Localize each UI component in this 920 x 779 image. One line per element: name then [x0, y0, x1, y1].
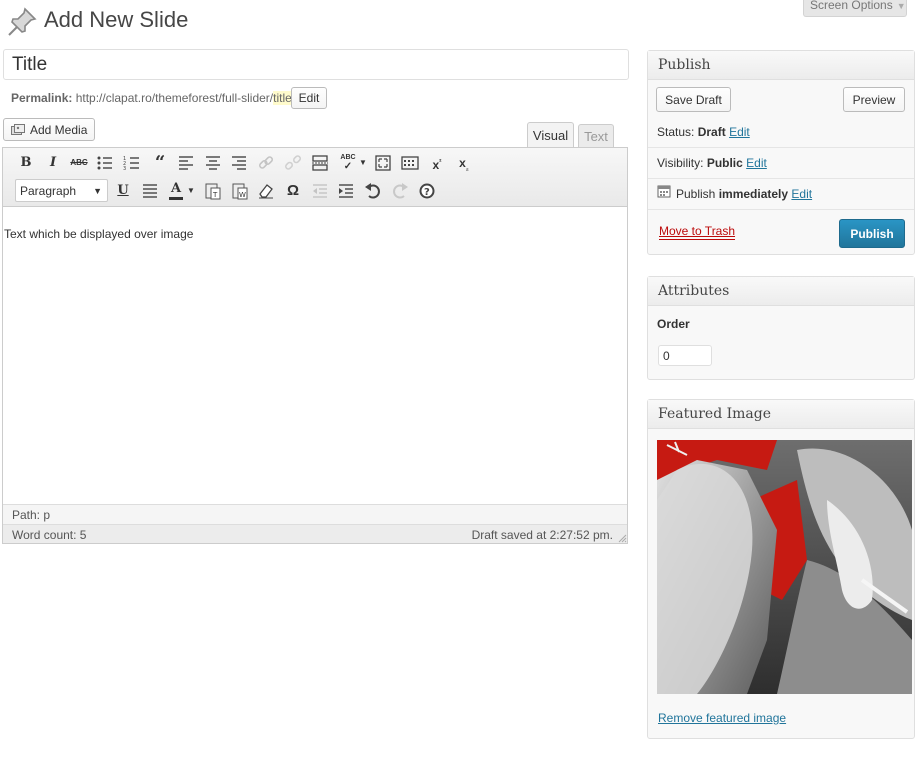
text-color-icon[interactable]: A [166, 179, 186, 200]
bold-icon[interactable]: B [16, 153, 36, 173]
post-title-input[interactable] [3, 49, 629, 80]
justify-icon[interactable] [140, 181, 160, 201]
numbered-list-icon[interactable]: 123 [122, 153, 142, 173]
visibility-label: Visibility: [657, 156, 704, 170]
spellcheck-icon[interactable]: ABC ✓ [336, 153, 360, 173]
attributes-box-title[interactable]: Attributes [648, 277, 914, 306]
chevron-down-icon: ▼ [896, 1, 906, 11]
publish-box-title[interactable]: Publish [648, 51, 914, 80]
blockquote-icon[interactable]: “ [150, 153, 170, 173]
editor-toolbar: B I ABC 123 “ ABC ✓ ▼ x² x₂ Paragraph ▼ … [3, 148, 627, 207]
help-icon[interactable]: ? [417, 181, 437, 201]
editor-paragraph: Text which be displayed over image [4, 227, 194, 241]
move-to-trash-link[interactable]: Move to Trash [659, 224, 736, 240]
special-character-icon[interactable]: Ω [283, 181, 303, 201]
order-label: Order [657, 317, 690, 331]
featured-image[interactable] [657, 440, 912, 694]
visibility-row: Visibility: Public Edit [657, 156, 767, 170]
pushpin-icon [8, 7, 37, 36]
divider [648, 178, 914, 179]
indent-icon[interactable] [336, 181, 356, 201]
paste-word-icon[interactable]: W [230, 181, 250, 201]
featured-image-box-title[interactable]: Featured Image [648, 400, 914, 429]
status-label: Status: [657, 125, 695, 139]
page-title: Add New Slide [44, 7, 189, 32]
publish-time-value: immediately [718, 187, 789, 201]
chevron-down-icon: ▼ [93, 186, 102, 196]
post-editor: B I ABC 123 “ ABC ✓ ▼ x² x₂ Paragraph ▼ … [2, 147, 628, 544]
publish-button[interactable]: Publish [839, 219, 905, 248]
insert-more-icon[interactable] [310, 153, 330, 173]
status-value: Draft [697, 125, 726, 139]
align-left-icon[interactable] [176, 153, 196, 173]
fullscreen-icon[interactable] [373, 153, 393, 173]
format-select[interactable]: Paragraph ▼ [15, 179, 108, 202]
editor-path-bar: Path: p [3, 504, 627, 524]
divider [648, 209, 914, 210]
remove-featured-image-link[interactable]: Remove featured image [658, 711, 786, 725]
add-media-button[interactable]: Add Media [3, 118, 95, 141]
preview-button[interactable]: Preview [843, 87, 905, 112]
publish-time-row: Publish immediately Edit [676, 187, 812, 201]
calendar-icon [657, 185, 671, 198]
order-input[interactable] [658, 345, 712, 366]
publish-time-label: Publish [676, 187, 716, 201]
post-status-row: Status: Draft Edit [657, 125, 750, 139]
spellcheck-dropdown-icon[interactable]: ▼ [358, 153, 368, 173]
strikethrough-icon[interactable]: ABC [69, 153, 89, 173]
word-count: Word count: 5 [12, 528, 87, 542]
permalink-edit-button[interactable]: Edit [291, 87, 327, 109]
screen-options-button[interactable]: Screen Options ▼ [803, 0, 907, 17]
align-right-icon[interactable] [229, 153, 249, 173]
unlink-icon[interactable] [283, 153, 303, 173]
underline-icon[interactable]: U [113, 181, 133, 201]
superscript-icon[interactable]: x² [427, 153, 447, 173]
edit-status-link[interactable]: Edit [729, 125, 750, 139]
divider [648, 147, 914, 148]
redo-icon[interactable] [390, 181, 410, 201]
text-color-dropdown-icon[interactable]: ▼ [186, 181, 196, 201]
subscript-icon[interactable]: x₂ [454, 153, 474, 173]
media-icon [11, 124, 25, 135]
editor-status-bar: Word count: 5 Draft saved at 2:27:52 pm. [3, 524, 627, 543]
align-center-icon[interactable] [203, 153, 223, 173]
svg-text:3: 3 [123, 166, 126, 172]
bullet-list-icon[interactable] [95, 153, 115, 173]
paste-text-icon[interactable]: T [203, 181, 223, 201]
undo-icon[interactable] [363, 181, 383, 201]
svg-text:W: W [239, 191, 246, 199]
svg-text:?: ? [424, 187, 430, 198]
svg-text:T: T [212, 191, 218, 199]
permalink-slug[interactable]: title [273, 91, 292, 105]
visibility-value: Public [706, 156, 743, 170]
clear-formatting-icon[interactable] [256, 181, 276, 201]
italic-icon[interactable]: I [43, 153, 63, 173]
format-select-value: Paragraph [20, 184, 77, 198]
add-media-label: Add Media [30, 123, 88, 137]
resize-grip-icon[interactable] [617, 533, 627, 543]
screen-options-label: Screen Options [810, 0, 893, 12]
insert-link-icon[interactable] [256, 153, 276, 173]
permalink-base: http://clapat.ro/themeforest/full-slider… [75, 91, 274, 105]
edit-publish-time-link[interactable]: Edit [791, 187, 812, 201]
editor-content[interactable]: Text which be displayed over image [3, 208, 627, 503]
save-draft-button[interactable]: Save Draft [656, 87, 731, 112]
outdent-icon[interactable] [310, 181, 330, 201]
kitchen-sink-icon[interactable] [400, 153, 420, 173]
tab-text[interactable]: Text [578, 124, 614, 147]
featured-image-graphic [657, 440, 912, 694]
draft-saved-status: Draft saved at 2:27:52 pm. [471, 528, 613, 542]
permalink-label: Permalink: [11, 91, 73, 105]
tab-visual[interactable]: Visual [527, 122, 574, 149]
permalink: Permalink: http://clapat.ro/themeforest/… [11, 91, 295, 105]
edit-visibility-link[interactable]: Edit [746, 156, 767, 170]
